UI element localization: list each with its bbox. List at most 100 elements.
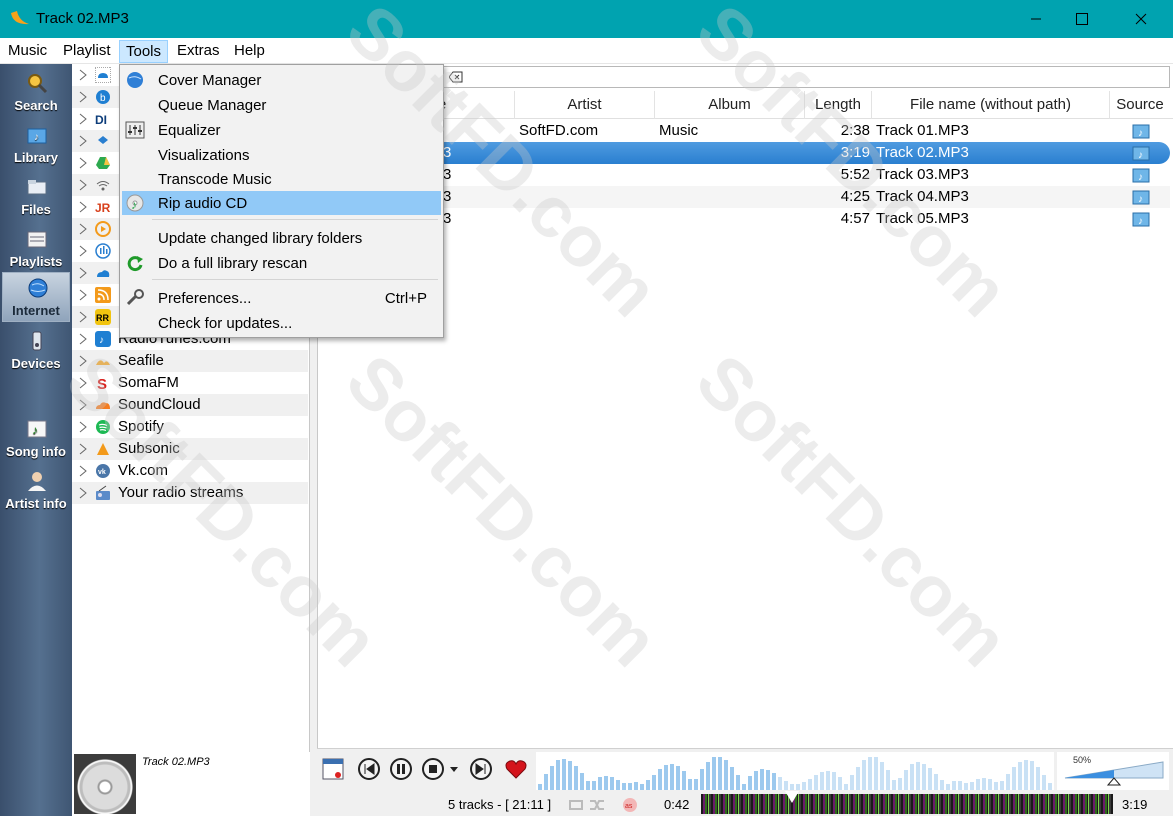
spectrum-bar — [1042, 775, 1046, 790]
spectrum-bar — [988, 779, 992, 790]
column-source[interactable]: Source — [1110, 91, 1170, 119]
spectrum-bar — [658, 769, 662, 790]
spectrum-bar — [856, 767, 860, 790]
menu-item-preferences[interactable]: Preferences... Ctrl+P — [122, 286, 441, 310]
cloud-icon — [95, 67, 111, 83]
menu-item-check-for-updates[interactable]: Check for updates... — [122, 311, 441, 335]
sidebar-label: Search — [14, 98, 58, 113]
menu-item-visualizations[interactable]: Visualizations — [122, 143, 441, 167]
repeat-icon[interactable] — [568, 798, 584, 812]
seek-position-marker[interactable] — [785, 791, 799, 803]
filter-input[interactable] — [318, 66, 1170, 88]
tree-item-spotify[interactable]: Spotify — [72, 416, 308, 438]
spectrum-bar — [1024, 760, 1028, 790]
di-icon: DI — [95, 113, 107, 127]
seafile-icon — [96, 360, 110, 365]
chevron-down-icon[interactable] — [447, 757, 461, 781]
tree-item-subsonic[interactable]: Subsonic — [72, 438, 308, 460]
chevron-right-icon — [79, 267, 87, 279]
sidebar-label: Files — [21, 202, 51, 217]
sidebar-item-internet[interactable]: Internet — [2, 272, 70, 322]
sidebar-item-library[interactable]: ♪ Library — [2, 120, 70, 170]
sidebar-item-search[interactable]: Search — [2, 68, 70, 118]
menu-playlist[interactable]: Playlist — [57, 40, 117, 63]
spotify-icon — [96, 420, 110, 434]
google-drive-icon — [96, 157, 110, 169]
table-row[interactable]: 3 5:52 Track 03.MP3 ♪ — [318, 164, 1170, 186]
spectrum-bar — [646, 780, 650, 790]
spectrum-bar — [790, 784, 794, 790]
close-button[interactable] — [1118, 0, 1164, 38]
tree-item-somafm[interactable]: S SomaFM — [72, 372, 308, 394]
column-artist[interactable]: Artist — [515, 91, 655, 119]
tree-item-radio-streams[interactable]: Your radio streams — [72, 482, 308, 504]
previous-track-icon[interactable] — [357, 757, 381, 781]
table-row[interactable]: 3 4:57 Track 05.MP3 ♪ — [318, 208, 1170, 230]
spectrum-bar — [850, 775, 854, 790]
sidebar-label: Song info — [6, 444, 66, 459]
pause-icon[interactable] — [389, 757, 413, 781]
menu-item-queue-manager[interactable]: Queue Manager — [122, 93, 441, 117]
tree-item-label: Spotify — [118, 418, 164, 435]
lastfm-icon[interactable]: as — [622, 797, 638, 813]
sidebar-item-files[interactable]: Files — [2, 172, 70, 222]
menu-item-full-library-rescan[interactable]: Do a full library rescan — [122, 251, 441, 275]
menu-music[interactable]: Music — [2, 40, 53, 63]
playlist-view-icon[interactable] — [321, 757, 345, 781]
spectrum-bar — [970, 782, 974, 790]
spectrum-bar — [802, 782, 806, 790]
spectrum-bar — [958, 781, 962, 790]
column-file-name[interactable]: File name (without path) — [872, 91, 1110, 119]
sidebar-item-playlists[interactable]: Playlists — [2, 224, 70, 274]
volume-slider[interactable]: 50% — [1057, 752, 1169, 790]
table-row[interactable]: 3 4:25 Track 04.MP3 ♪ — [318, 186, 1170, 208]
menu-tools[interactable]: Tools — [119, 40, 169, 63]
svg-text:b: b — [100, 93, 106, 104]
total-time: 3:19 — [1122, 797, 1148, 812]
minimize-button[interactable] — [1013, 0, 1059, 38]
table-row[interactable]: 3 3:19 Track 02.MP3 ♪ — [318, 142, 1170, 164]
spectrum-bar — [808, 779, 812, 790]
sidebar-item-devices[interactable]: Devices — [2, 326, 70, 376]
sidebar-item-artist-info[interactable]: Artist info — [2, 466, 70, 516]
chevron-right-icon — [79, 487, 87, 499]
menu-item-update-library-folders[interactable]: Update changed library folders — [122, 226, 441, 250]
spectrum-bar — [700, 769, 704, 790]
tree-item-seafile[interactable]: Seafile — [72, 350, 308, 372]
spectrum-bar — [556, 760, 560, 790]
spectrum-bar — [688, 779, 692, 790]
cover-manager-icon — [127, 72, 143, 88]
sidebar-label: Devices — [11, 356, 61, 371]
seek-bar[interactable] — [701, 791, 1113, 814]
spectrum-bar — [1006, 774, 1010, 790]
library-source-icon: ♪ — [1132, 212, 1150, 227]
menu-item-transcode-music[interactable]: Transcode Music — [122, 167, 441, 191]
shuffle-icon[interactable] — [589, 798, 605, 812]
chevron-right-icon — [79, 113, 87, 125]
clear-filter-icon[interactable] — [449, 71, 463, 83]
maximize-button[interactable] — [1059, 0, 1105, 38]
song-info-icon: ♪ — [27, 420, 47, 438]
sidebar-item-song-info[interactable]: ♪ Song info — [2, 414, 70, 464]
cell-title: 3 — [443, 166, 452, 183]
cell-length: 4:57 — [840, 210, 870, 227]
menu-item-cover-manager[interactable]: Cover Manager — [122, 68, 441, 92]
next-track-icon[interactable] — [469, 757, 493, 781]
cell-title: 3 — [443, 210, 452, 227]
spectrum-bar — [574, 766, 578, 790]
menu-extras[interactable]: Extras — [171, 40, 226, 63]
tree-item-vk[interactable]: vk Vk.com — [72, 460, 308, 482]
spectrum-bar — [784, 781, 788, 790]
table-row[interactable]: SoftFD.com Music 2:38 Track 01.MP3 ♪ — [318, 120, 1170, 142]
menu-item-equalizer[interactable]: Equalizer — [122, 118, 441, 142]
column-album[interactable]: Album — [655, 91, 805, 119]
chevron-right-icon — [79, 201, 87, 213]
radiotunes-icon: ♪ — [95, 331, 111, 347]
menu-help[interactable]: Help — [228, 40, 271, 63]
tree-item-soundcloud[interactable]: SoundCloud — [72, 394, 308, 416]
stop-icon[interactable] — [421, 757, 445, 781]
menu-item-rip-audio-cd[interactable]: ♪ Rip audio CD — [122, 191, 441, 215]
column-length[interactable]: Length — [805, 91, 872, 119]
now-playing-panel: Track 02.MP3 — [72, 752, 310, 816]
love-heart-icon[interactable] — [504, 757, 528, 781]
